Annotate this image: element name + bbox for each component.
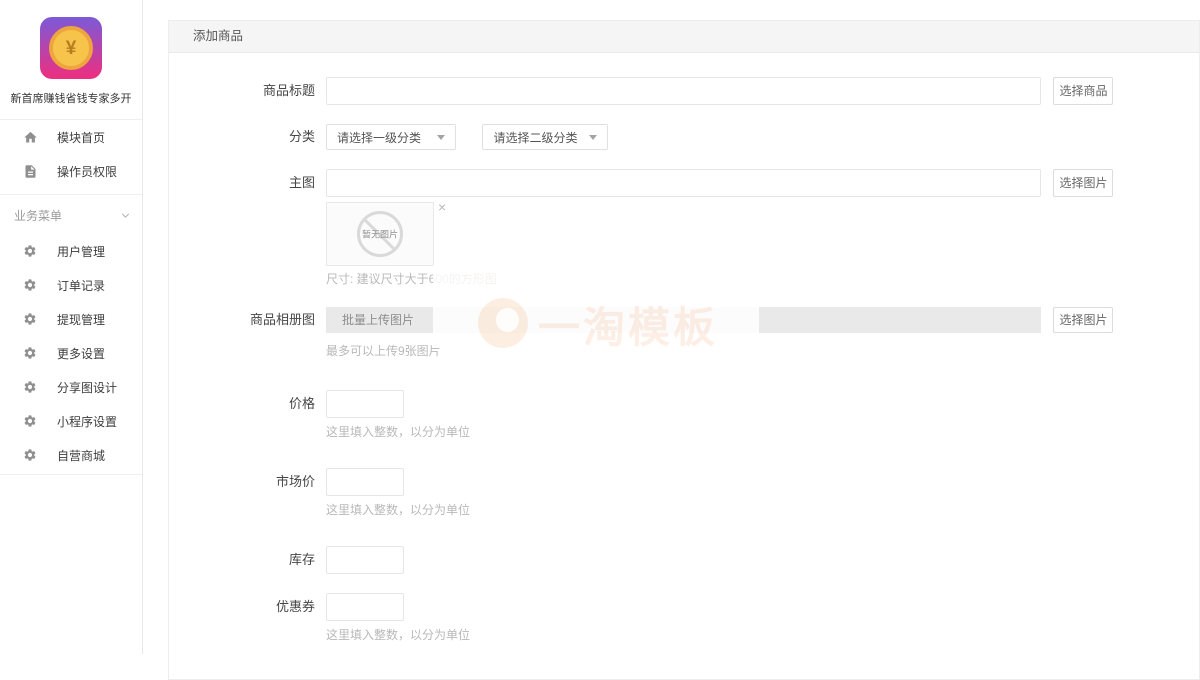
product-title-input[interactable] xyxy=(326,77,1041,105)
sidebar-item-share-image-design[interactable]: 分享图设计 xyxy=(0,370,142,404)
hint-text: 尺寸: 建议尺寸大于600 xyxy=(326,272,449,286)
main-image-preview: 暂无图片 xyxy=(326,202,434,266)
form-row-category: 分类 请选择一级分类 请选择二级分类 xyxy=(169,124,1199,150)
form-row-stock: 库存 xyxy=(169,546,1199,574)
sidebar-item-label: 提现管理 xyxy=(57,311,105,328)
category-level1-select[interactable]: 请选择一级分类 xyxy=(326,124,456,150)
chevron-down-icon xyxy=(119,209,132,222)
sidebar-item-label: 小程序设置 xyxy=(57,413,117,430)
home-icon xyxy=(22,129,38,145)
no-image-text: 暂无图片 xyxy=(362,228,398,241)
brand-title: 新首席赚钱省钱专家多开 xyxy=(0,90,142,106)
market-price-label: 市场价 xyxy=(169,468,315,518)
section-label: 业务菜单 xyxy=(14,207,62,224)
sidebar-item-label: 自营商城 xyxy=(57,447,105,464)
divider xyxy=(0,474,142,475)
no-image-icon: 暂无图片 xyxy=(357,211,403,257)
gear-icon xyxy=(22,447,38,463)
remove-image-icon[interactable]: × xyxy=(438,200,446,214)
gear-icon xyxy=(22,277,38,293)
sidebar-item-user-management[interactable]: 用户管理 xyxy=(0,234,142,268)
select-product-button[interactable]: 选择商品 xyxy=(1053,77,1113,105)
dropdown-arrow-icon xyxy=(579,125,607,149)
form-row-album: 商品相册图 批量上传图片 选择图片 最多可以上传9张图片 xyxy=(169,307,1199,359)
main-image-preview-wrap: 暂无图片 × xyxy=(326,202,1041,266)
gear-icon xyxy=(22,379,38,395)
select-image-button[interactable]: 选择图片 xyxy=(1053,169,1113,197)
market-price-input[interactable] xyxy=(326,468,404,496)
form-row-coupon: 优惠券 这里填入整数，以分为单位 xyxy=(169,593,1199,643)
add-product-form: 商品标题 选择商品 分类 请选择一级分类 请选择二级分类 xyxy=(169,53,1199,643)
sidebar-item-label: 更多设置 xyxy=(57,345,105,362)
gear-icon xyxy=(22,345,38,361)
form-row-price: 价格 这里填入整数，以分为单位 xyxy=(169,390,1199,440)
market-price-hint: 这里填入整数，以分为单位 xyxy=(326,501,470,518)
divider xyxy=(0,194,142,195)
coupon-hint: 这里填入整数，以分为单位 xyxy=(326,626,470,643)
coin-symbol: ¥ xyxy=(66,39,77,58)
app-logo: ¥ xyxy=(40,17,102,79)
category-level2-select[interactable]: 请选择二级分类 xyxy=(482,124,608,150)
stock-label: 库存 xyxy=(169,546,315,574)
batch-upload-bar[interactable]: 批量上传图片 xyxy=(326,307,1041,333)
sidebar-item-label: 分享图设计 xyxy=(57,379,117,396)
gear-icon xyxy=(22,243,38,259)
coin-yen-icon: ¥ xyxy=(49,26,93,70)
hint-text-faded: 的方形图 xyxy=(449,272,497,286)
sidebar-item-operator-permission[interactable]: 操作员权限 xyxy=(0,154,142,188)
sidebar-item-label: 操作员权限 xyxy=(57,163,117,180)
form-row-market-price: 市场价 这里填入整数，以分为单位 xyxy=(169,468,1199,518)
coupon-label: 优惠券 xyxy=(169,593,315,643)
sidebar-item-module-home[interactable]: 模块首页 xyxy=(0,120,142,154)
sidebar-item-label: 订单记录 xyxy=(57,277,105,294)
gear-icon xyxy=(22,311,38,327)
document-icon xyxy=(22,163,38,179)
price-label: 价格 xyxy=(169,390,315,440)
main-content: 添加商品 商品标题 选择商品 分类 请选择一级分类 xyxy=(144,0,1200,654)
category-label: 分类 xyxy=(169,124,315,150)
price-input[interactable] xyxy=(326,390,404,418)
sidebar: ¥ 新首席赚钱省钱专家多开 模块首页 操作员权限 业务菜单 用户管理 订单记录 … xyxy=(0,0,143,654)
sidebar-item-more-settings[interactable]: 更多设置 xyxy=(0,336,142,370)
stock-input[interactable] xyxy=(326,546,404,574)
price-hint: 这里填入整数，以分为单位 xyxy=(326,423,470,440)
dropdown-arrow-icon xyxy=(427,125,455,149)
form-row-product-title: 商品标题 选择商品 xyxy=(169,77,1199,105)
album-label: 商品相册图 xyxy=(169,307,315,359)
sidebar-section-business-menu[interactable]: 业务菜单 xyxy=(0,201,142,229)
form-row-main-image: 主图 选择图片 暂无图片 xyxy=(169,169,1199,287)
batch-upload-label: 批量上传图片 xyxy=(326,307,1041,333)
gear-icon xyxy=(22,413,38,429)
brand: ¥ 新首席赚钱省钱专家多开 xyxy=(0,0,142,106)
category-level1-value: 请选择一级分类 xyxy=(327,129,427,146)
coupon-input[interactable] xyxy=(326,593,404,621)
main-image-hint: 尺寸: 建议尺寸大于600的方形图 xyxy=(326,270,1113,287)
sidebar-item-order-records[interactable]: 订单记录 xyxy=(0,268,142,302)
sidebar-item-label: 模块首页 xyxy=(57,129,105,146)
sidebar-item-withdraw-management[interactable]: 提现管理 xyxy=(0,302,142,336)
sidebar-item-self-mall[interactable]: 自营商城 xyxy=(0,438,142,472)
card-header: 添加商品 xyxy=(169,21,1199,53)
main-image-input[interactable] xyxy=(326,169,1041,197)
category-level2-value: 请选择二级分类 xyxy=(483,129,579,146)
add-product-card: 添加商品 商品标题 选择商品 分类 请选择一级分类 xyxy=(168,20,1200,680)
sidebar-item-label: 用户管理 xyxy=(57,243,105,260)
album-hint: 最多可以上传9张图片 xyxy=(326,342,1113,359)
main-image-label: 主图 xyxy=(169,169,315,287)
select-album-image-button[interactable]: 选择图片 xyxy=(1053,307,1113,333)
product-title-label: 商品标题 xyxy=(169,77,315,105)
sidebar-item-miniprogram-settings[interactable]: 小程序设置 xyxy=(0,404,142,438)
business-menu-list: 用户管理 订单记录 提现管理 更多设置 分享图设计 小程序设置 自营商城 xyxy=(0,234,142,472)
page-title: 添加商品 xyxy=(193,29,243,43)
